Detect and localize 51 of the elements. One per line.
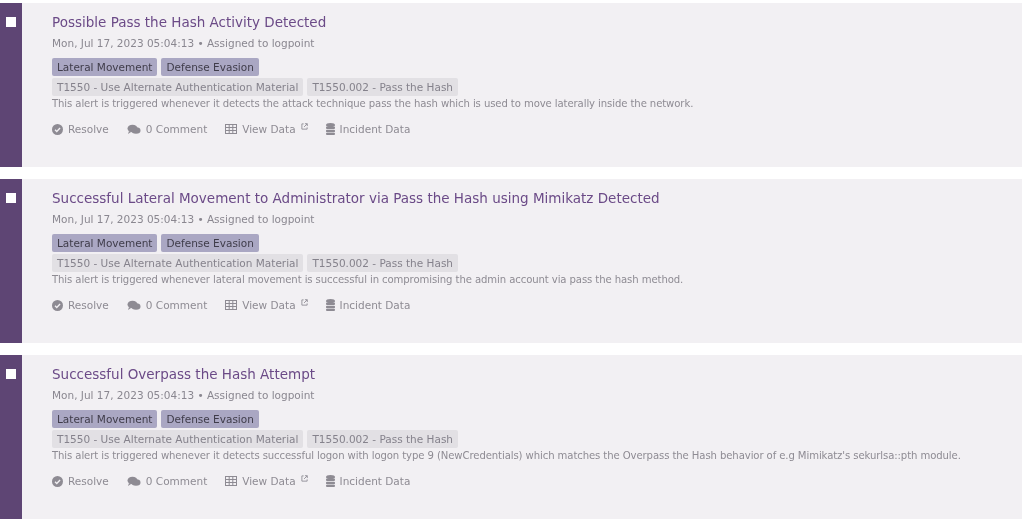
tactic-tag: Defense Evasion bbox=[161, 58, 259, 76]
alert-description: This alert is triggered whenever it detects successful logon with logon type 9 (NewCredentials) which matches the Overpass the Hash behavior of e.g Mimikatz's sekurlsa::pth module. bbox=[52, 450, 961, 461]
database-icon bbox=[325, 299, 335, 311]
resolve-link[interactable]: Resolve bbox=[52, 123, 109, 135]
technique-tag: T1550.002 - Pass the Hash bbox=[307, 78, 459, 96]
checkbox[interactable] bbox=[6, 193, 16, 203]
alert-meta: Mon, Jul 17, 2023 05:04:13 • Assigned to logpoint bbox=[52, 213, 315, 225]
resolve-link[interactable]: Resolve bbox=[52, 299, 109, 311]
alert-description: This alert is triggered whenever lateral movement is successful in compromising the admin account via pass the hash method. bbox=[52, 274, 684, 285]
table-icon bbox=[225, 476, 238, 486]
alert-title[interactable]: Possible Pass the Hash Activity Detected bbox=[52, 14, 327, 30]
check-circle-icon bbox=[52, 299, 63, 311]
external-link-icon bbox=[300, 123, 308, 130]
alert-title[interactable]: Successful Overpass the Hash Attempt bbox=[52, 366, 316, 382]
table-icon bbox=[225, 124, 238, 134]
checkbox[interactable] bbox=[6, 17, 16, 27]
alert-meta: Mon, Jul 17, 2023 05:04:13 • Assigned to logpoint bbox=[52, 37, 315, 49]
technique-tag: T1550 - Use Alternate Authentication Material bbox=[52, 78, 304, 96]
table-icon bbox=[225, 300, 238, 310]
comment-link[interactable]: 0 Comment bbox=[126, 123, 208, 135]
incident-link[interactable]: Incident Data bbox=[325, 123, 411, 135]
external-link-icon bbox=[300, 475, 308, 482]
resolve-link[interactable]: Resolve bbox=[52, 475, 109, 487]
tactic-tag: Defense Evasion bbox=[161, 234, 259, 252]
tactic-tag: Lateral Movement bbox=[52, 234, 158, 252]
technique-tag: T1550.002 - Pass the Hash bbox=[307, 430, 459, 448]
incident-link[interactable]: Incident Data bbox=[325, 475, 411, 487]
view-link[interactable]: View Data bbox=[225, 123, 308, 135]
alert-title[interactable]: Successful Lateral Movement to Administrator via Pass the Hash using Mimikatz Detected bbox=[52, 190, 660, 206]
comment-link[interactable]: 0 Comment bbox=[126, 299, 208, 311]
tactic-tag: Defense Evasion bbox=[161, 410, 259, 428]
comment-link[interactable]: 0 Comment bbox=[126, 475, 208, 487]
incident-link[interactable]: Incident Data bbox=[325, 299, 411, 311]
external-link-icon bbox=[300, 299, 308, 306]
comments-icon bbox=[126, 299, 141, 311]
tactic-tag: Lateral Movement bbox=[52, 410, 158, 428]
database-icon bbox=[325, 475, 335, 487]
check-circle-icon bbox=[52, 123, 63, 135]
alert-meta: Mon, Jul 17, 2023 05:04:13 • Assigned to logpoint bbox=[52, 389, 315, 401]
alert-description: This alert is triggered whenever it detects the attack technique pass the hash which is used to move laterally inside the network. bbox=[52, 98, 694, 109]
tactic-tag: Lateral Movement bbox=[52, 58, 158, 76]
comments-icon bbox=[126, 475, 141, 487]
technique-tag: T1550 - Use Alternate Authentication Material bbox=[52, 430, 304, 448]
technique-tag: T1550.002 - Pass the Hash bbox=[307, 254, 459, 272]
view-link[interactable]: View Data bbox=[225, 299, 308, 311]
technique-tag: T1550 - Use Alternate Authentication Material bbox=[52, 254, 304, 272]
check-circle-icon bbox=[52, 475, 63, 487]
checkbox[interactable] bbox=[6, 369, 16, 379]
view-link[interactable]: View Data bbox=[225, 475, 308, 487]
database-icon bbox=[325, 123, 335, 135]
comments-icon bbox=[126, 123, 141, 135]
